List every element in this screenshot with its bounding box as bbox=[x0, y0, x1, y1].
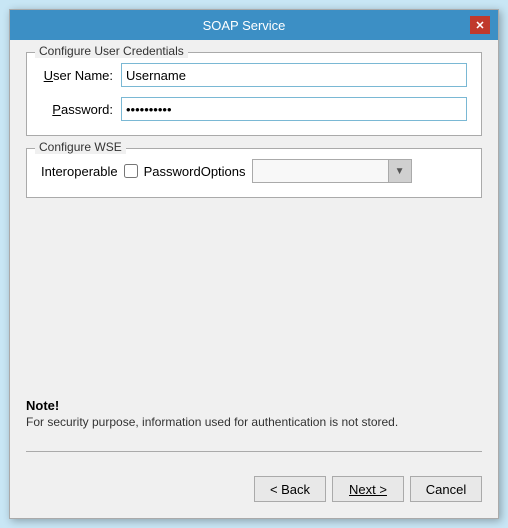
close-button[interactable]: ✕ bbox=[470, 16, 490, 34]
title-bar: SOAP Service ✕ bbox=[10, 10, 498, 40]
username-underline: U bbox=[44, 68, 53, 83]
username-row: User Name: bbox=[41, 63, 467, 87]
back-button[interactable]: < Back bbox=[254, 476, 326, 502]
window-title: SOAP Service bbox=[18, 18, 470, 33]
next-button[interactable]: Next > bbox=[332, 476, 404, 502]
credentials-group-legend: Configure User Credentials bbox=[35, 44, 188, 58]
note-text: For security purpose, information used f… bbox=[26, 415, 482, 429]
interoperable-checkbox[interactable] bbox=[124, 164, 138, 178]
password-options-select[interactable] bbox=[252, 159, 412, 183]
password-input[interactable] bbox=[121, 97, 467, 121]
spacer bbox=[26, 210, 482, 386]
password-label-rest: assword: bbox=[61, 102, 113, 117]
wse-group: Configure WSE Interoperable PasswordOpti… bbox=[26, 148, 482, 198]
password-options-dropdown-wrap: ▼ bbox=[252, 159, 412, 183]
credentials-group: Configure User Credentials User Name: Pa… bbox=[26, 52, 482, 136]
username-input[interactable] bbox=[121, 63, 467, 87]
note-section: Note! For security purpose, information … bbox=[26, 398, 482, 433]
wse-row: Interoperable PasswordOptions ▼ bbox=[41, 159, 467, 183]
separator bbox=[26, 451, 482, 452]
password-row: Password: bbox=[41, 97, 467, 121]
password-underline: P bbox=[52, 102, 61, 117]
interoperable-label: Interoperable bbox=[41, 164, 118, 179]
cancel-button[interactable]: Cancel bbox=[410, 476, 482, 502]
note-title: Note! bbox=[26, 398, 482, 413]
username-label: User Name: bbox=[41, 68, 121, 83]
button-row: < Back Next > Cancel bbox=[26, 470, 482, 506]
username-label-rest: ser Name: bbox=[53, 68, 113, 83]
password-label: Password: bbox=[41, 102, 121, 117]
window-body: Configure User Credentials User Name: Pa… bbox=[10, 40, 498, 518]
wse-group-legend: Configure WSE bbox=[35, 140, 126, 154]
password-options-label: PasswordOptions bbox=[144, 164, 246, 179]
main-window: SOAP Service ✕ Configure User Credential… bbox=[9, 9, 499, 519]
